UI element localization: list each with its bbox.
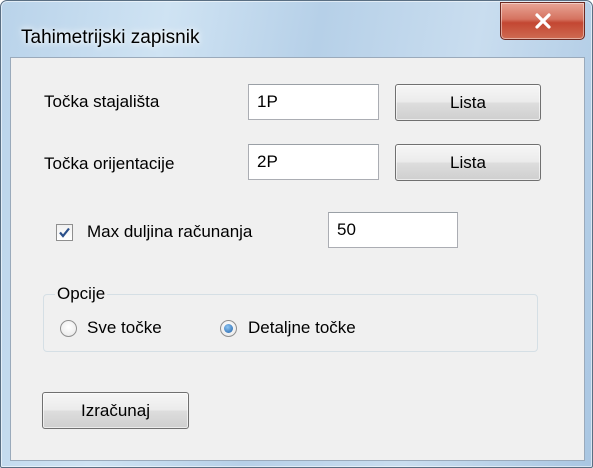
max-length-input[interactable] xyxy=(328,212,458,248)
max-length-label: Max duljina računanja xyxy=(87,222,253,241)
orientation-point-input[interactable] xyxy=(248,144,379,180)
title-bar[interactable]: Tahimetrijski zapisnik xyxy=(1,1,592,57)
radio-all-points-label[interactable]: Sve točke xyxy=(87,318,162,338)
radio-detail-points-label[interactable]: Detaljne točke xyxy=(248,318,356,338)
window-title: Tahimetrijski zapisnik xyxy=(21,27,200,48)
options-group-legend: Opcije xyxy=(55,284,108,304)
radio-all-points[interactable] xyxy=(60,320,77,337)
dialog-window: Tahimetrijski zapisnik Točka stajališta … xyxy=(0,0,593,468)
station-point-input[interactable] xyxy=(248,84,379,120)
orientation-point-label: Točka orijentacije xyxy=(44,154,175,173)
station-point-list-button[interactable]: Lista xyxy=(395,84,541,121)
close-button[interactable] xyxy=(500,2,585,40)
calculate-button[interactable]: Izračunaj xyxy=(42,392,189,429)
radio-detail-points[interactable] xyxy=(220,320,237,337)
close-icon xyxy=(535,13,551,29)
station-point-label: Točka stajališta xyxy=(44,92,160,111)
checkmark-icon xyxy=(59,227,70,238)
radio-selected-dot xyxy=(224,324,233,333)
max-length-checkbox[interactable] xyxy=(56,224,73,241)
dialog-content: Točka stajališta Lista Točka orijentacij… xyxy=(10,57,585,461)
orientation-point-list-button[interactable]: Lista xyxy=(395,144,541,181)
